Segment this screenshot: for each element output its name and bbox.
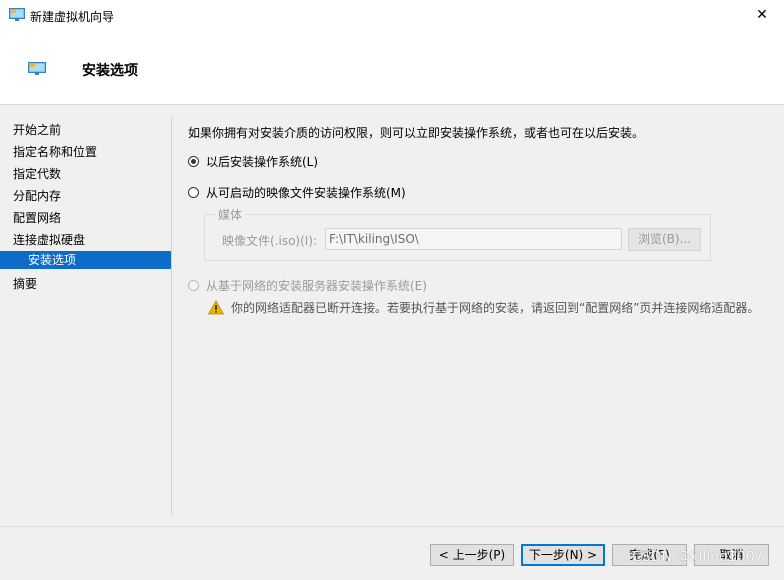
radio-install-later[interactable]: [188, 156, 199, 167]
monitor-icon: [9, 8, 25, 21]
sidebar-item-generation[interactable]: 指定代数: [0, 163, 171, 185]
network-warning: 你的网络适配器已断开连接。若要执行基于网络的安装，请返回到“配置网络”页并连接网…: [208, 299, 759, 316]
monitor-icon: [28, 62, 46, 75]
image-file-label: 映像文件(.iso)(I):: [222, 234, 318, 248]
page-title: 安装选项: [82, 63, 138, 79]
media-group: 媒体 映像文件(.iso)(I): F:\IT\kiling\ISO\ 浏览(B…: [204, 206, 711, 261]
watermark-text: CSDN @kiling1007: [632, 549, 764, 565]
option-install-later[interactable]: 以后安装操作系统(L): [188, 153, 318, 170]
title-bar: 新建虚拟机向导 ✕: [0, 0, 784, 32]
sidebar-item-summary[interactable]: 摘要: [0, 273, 171, 295]
wizard-steps-sidebar: 开始之前 指定名称和位置 指定代数 分配内存 配置网络 连接虚拟硬盘 安装选项 …: [0, 105, 171, 515]
sidebar-item-networking[interactable]: 配置网络: [0, 207, 171, 229]
warning-text: 你的网络适配器已断开连接。若要执行基于网络的安装，请返回到“配置网络”页并连接网…: [231, 301, 760, 315]
sidebar-item-install-options[interactable]: 安装选项: [0, 251, 171, 269]
warning-icon: [208, 300, 224, 315]
main-panel: 如果你拥有对安装介质的访问权限，则可以立即安装操作系统，或者也可在以后安装。 以…: [188, 105, 784, 515]
content-area: 开始之前 指定名称和位置 指定代数 分配内存 配置网络 连接虚拟硬盘 安装选项 …: [0, 104, 784, 527]
sidebar-item-memory[interactable]: 分配内存: [0, 185, 171, 207]
option-install-from-network[interactable]: 从基于网络的安装服务器安装操作系统(E): [188, 277, 427, 294]
sidebar-divider: [171, 117, 172, 515]
sidebar-item-virtual-disk[interactable]: 连接虚拟硬盘: [0, 229, 171, 251]
radio-install-from-network[interactable]: [188, 280, 199, 291]
sidebar-item-before-you-begin[interactable]: 开始之前: [0, 119, 171, 141]
close-icon: ✕: [756, 7, 768, 23]
wizard-header: 安装选项: [0, 32, 784, 104]
sidebar-item-name-location[interactable]: 指定名称和位置: [0, 141, 171, 163]
radio-install-from-image[interactable]: [188, 187, 199, 198]
window-title: 新建虚拟机向导: [30, 10, 115, 24]
image-file-input[interactable]: F:\IT\kiling\ISO\: [325, 228, 622, 250]
intro-text: 如果你拥有对安装介质的访问权限，则可以立即安装操作系统，或者也可在以后安装。: [188, 126, 645, 140]
option-install-from-image[interactable]: 从可启动的映像文件安装操作系统(M): [188, 184, 406, 201]
next-button[interactable]: 下一步(N) >: [521, 544, 605, 566]
option-install-from-network-label: 从基于网络的安装服务器安装操作系统(E): [206, 279, 427, 293]
option-install-later-label: 以后安装操作系统(L): [206, 155, 319, 169]
media-group-legend: 媒体: [215, 206, 246, 223]
previous-button[interactable]: < 上一步(P): [430, 544, 514, 566]
option-install-from-image-label: 从可启动的映像文件安装操作系统(M): [206, 186, 406, 200]
browse-button[interactable]: 浏览(B)...: [628, 228, 701, 251]
close-button[interactable]: ✕: [740, 0, 784, 30]
